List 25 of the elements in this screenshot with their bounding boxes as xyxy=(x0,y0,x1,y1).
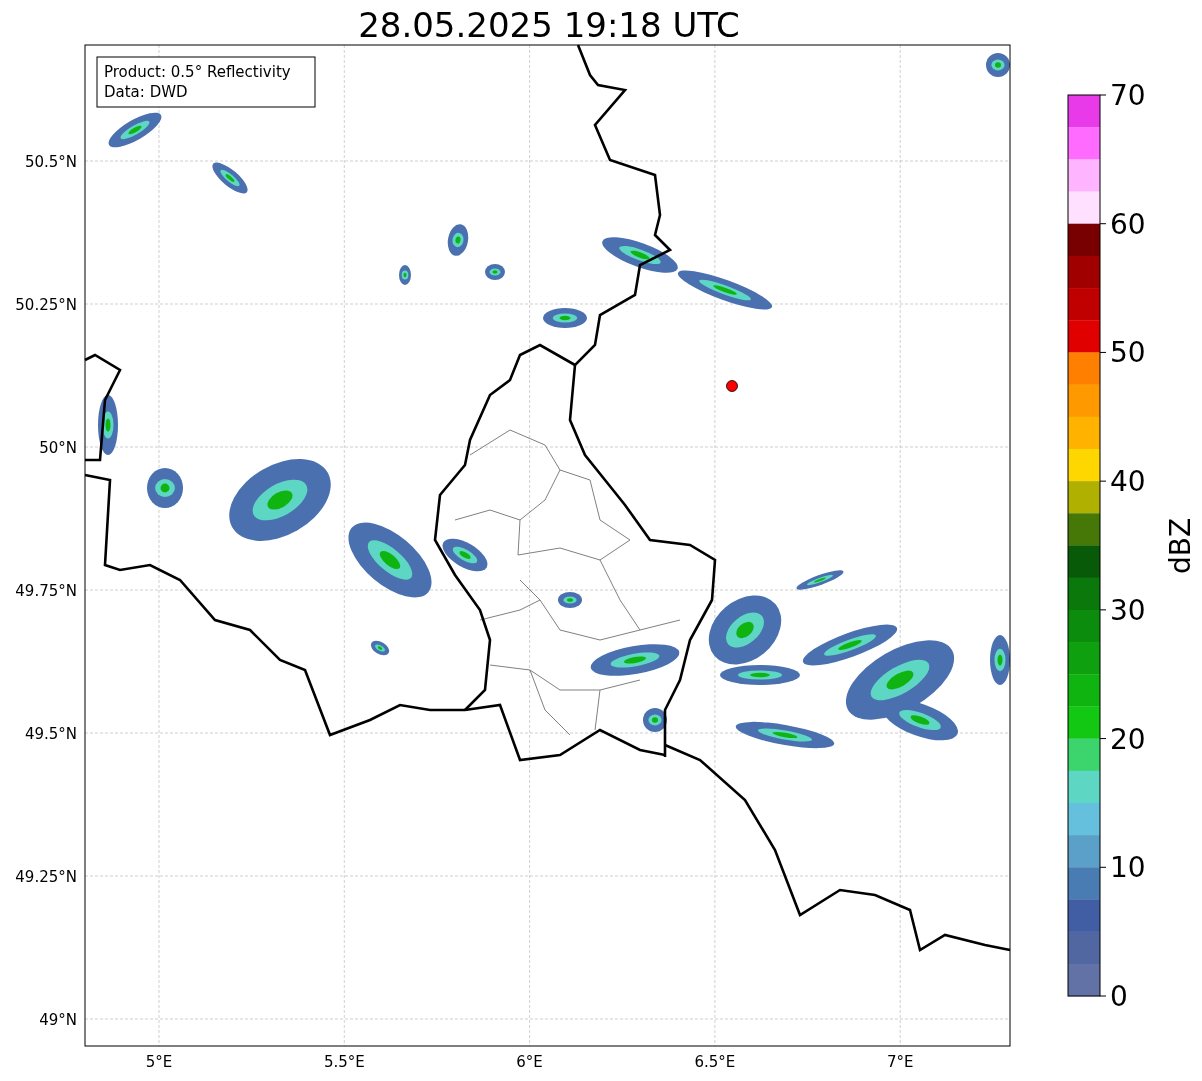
chart-title: 28.05.2025 19:18 UTC xyxy=(358,5,740,45)
longitude-tick-label: 7°E xyxy=(886,1053,914,1071)
latitude-tick-label: 50.25°N xyxy=(15,296,77,314)
colorbar-label: dBZ xyxy=(1164,517,1197,575)
colorbar-tick-label: 60 xyxy=(1110,207,1146,241)
colorbar-tick-label: 40 xyxy=(1110,465,1146,499)
latitude-tick-label: 50°N xyxy=(39,439,77,457)
latitude-tick-label: 49.75°N xyxy=(15,582,77,600)
colorbar-tick-label: 70 xyxy=(1110,79,1146,112)
colorbar-tick-label: 50 xyxy=(1110,336,1146,370)
colorbar-tick-label: 10 xyxy=(1110,851,1146,885)
longitude-tick-label: 5°E xyxy=(145,1053,173,1071)
data-source-label: Data: DWD xyxy=(104,83,188,101)
longitude-tick-label: 6.5°E xyxy=(694,1053,736,1071)
longitude-tick-label: 6°E xyxy=(516,1053,543,1071)
colorbar-tick-label: 20 xyxy=(1110,722,1146,756)
latitude-tick-label: 49°N xyxy=(39,1011,77,1029)
colorbar-tick-label: 30 xyxy=(1110,593,1146,627)
longitude-tick-label: 5.5°E xyxy=(323,1053,365,1071)
radar-site-marker xyxy=(726,380,738,392)
latitude-tick-label: 49.5°N xyxy=(24,725,77,743)
latitude-tick-label: 49.25°N xyxy=(15,868,77,886)
colorbar-tick-label: 0 xyxy=(1110,980,1128,1013)
product-label: Product: 0.5° Reflectivity xyxy=(104,63,291,81)
latitude-tick-label: 50.5°N xyxy=(24,153,77,171)
